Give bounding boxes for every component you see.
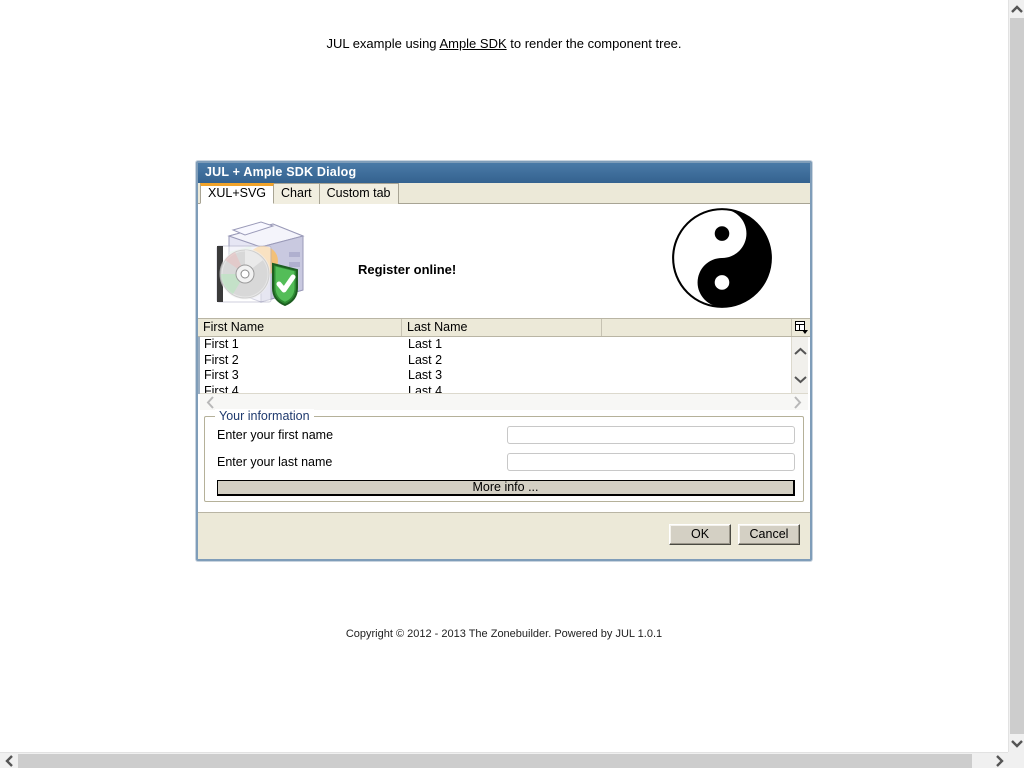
tab-strip: XUL+SVG Chart Custom tab [198,183,810,204]
ample-sdk-link[interactable]: Ample SDK [439,36,506,51]
intro-text-after: to render the component tree. [507,36,682,51]
column-header-last-name[interactable]: Last Name [402,319,602,336]
tab-chart-label: Chart [281,186,312,200]
cell-extra [604,368,810,384]
cell-first-name: First 1 [200,337,404,353]
tab-chart[interactable]: Chart [273,183,320,204]
table-header-row: First Name Last Name [198,319,810,337]
table-vertical-scrollbar[interactable] [791,337,808,394]
software-box-cd-shield-icon [211,216,309,306]
dialog-titlebar: JUL + Ample SDK Dialog [198,163,810,183]
intro-text-before: JUL example using [326,36,439,51]
tab-custom-label: Custom tab [327,186,391,200]
cell-extra [604,337,810,353]
table-row[interactable]: First 2 Last 2 [200,353,810,369]
cell-extra [604,353,810,369]
horizontal-scroll-thumb[interactable] [18,754,972,768]
last-name-label: Enter your last name [217,455,507,469]
tab-xul-svg[interactable]: XUL+SVG [200,183,274,204]
tab-panel-xul-svg: Register online! First Name Last Name [198,204,810,513]
column-header-extra[interactable] [602,319,792,336]
cell-first-name: First 3 [200,368,404,384]
scroll-up-icon[interactable] [794,347,807,356]
cell-last-name: Last 2 [404,353,604,369]
table-row[interactable]: First 1 Last 1 [200,337,810,353]
jul-dialog-window: JUL + Ample SDK Dialog XUL+SVG Chart Cus… [196,161,812,561]
cell-last-name: Last 1 [404,337,604,353]
group-legend: Your information [215,409,314,423]
yin-yang-icon [670,206,774,315]
cell-last-name: Last 3 [404,368,604,384]
cell-first-name: First 2 [200,353,404,369]
tab-xul-svg-label: XUL+SVG [208,186,266,200]
page-scroll-down-icon[interactable] [1009,734,1024,752]
page-scroll-up-icon[interactable] [1009,0,1024,18]
scrollbar-corner [1008,752,1024,768]
browser-vertical-scrollbar[interactable] [1008,0,1024,752]
scroll-right-icon[interactable] [793,396,802,409]
copyright-text: Copyright © 2012 - 2013 The Zonebuilder.… [0,628,1008,640]
page-intro-text: JUL example using Ample SDK to render th… [0,36,1008,51]
first-name-row: Enter your first name [217,426,795,444]
browser-horizontal-scrollbar[interactable] [0,752,1008,768]
first-name-input[interactable] [507,426,795,444]
cancel-button[interactable]: Cancel [738,524,800,545]
first-name-label: Enter your first name [217,428,507,442]
column-header-first-name[interactable]: First Name [198,319,402,336]
dialog-title: JUL + Ample SDK Dialog [205,165,356,179]
page-scroll-right-icon[interactable] [990,753,1008,769]
scroll-left-icon[interactable] [206,396,215,409]
vertical-scroll-thumb[interactable] [1010,18,1024,734]
table-row[interactable]: First 3 Last 3 [200,368,810,384]
your-information-group: Your information Enter your first name E… [204,416,804,502]
more-info-button[interactable]: More info ... [217,480,795,496]
dialog-footer: OK Cancel [198,513,810,559]
scroll-down-icon[interactable] [794,375,807,384]
table-horizontal-scrollbar[interactable] [200,393,808,410]
tab-custom[interactable]: Custom tab [319,183,399,204]
page-viewport: JUL example using Ample SDK to render th… [0,0,1008,752]
last-name-row: Enter your last name [217,453,795,471]
last-name-input[interactable] [507,453,795,471]
banner-row: Register online! [198,204,810,314]
table-body: First 1 Last 1 First 2 Last 2 First 3 La… [198,337,810,394]
page-scroll-left-icon[interactable] [0,753,18,769]
data-table: First Name Last Name First 1 [198,318,810,410]
ok-button[interactable]: OK [669,524,731,545]
register-online-label: Register online! [358,262,456,277]
column-picker-icon[interactable] [792,319,810,336]
